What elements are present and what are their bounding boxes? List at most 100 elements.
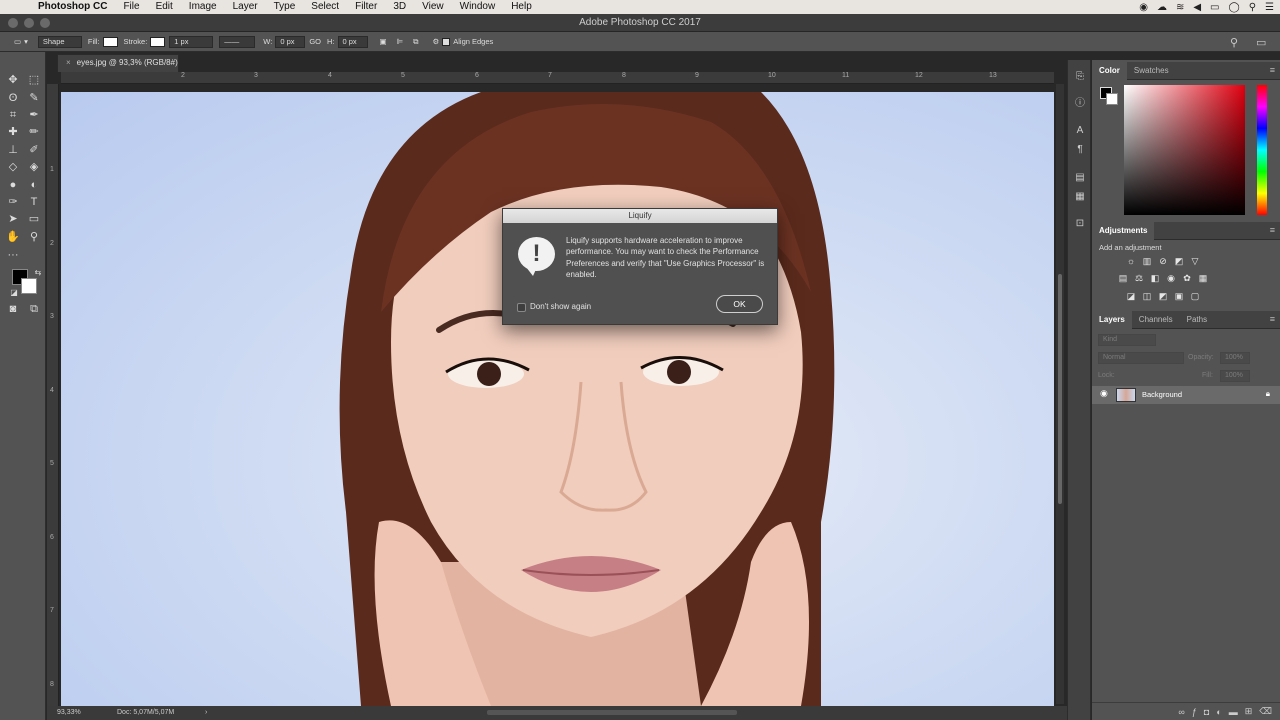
layer-filter-kind[interactable]: Kind <box>1098 334 1156 346</box>
battery-icon[interactable]: ▭ <box>1210 2 1219 13</box>
horizontal-ruler[interactable]: 2 3 4 5 6 7 8 9 10 11 12 13 <box>61 72 1054 84</box>
screen-mode-icon[interactable]: ⧉ <box>26 301 42 317</box>
menu-layer[interactable]: Layer <box>225 0 266 14</box>
vertical-ruler[interactable]: 1 2 3 4 5 6 7 8 <box>47 84 59 706</box>
width-field[interactable]: 0 px <box>275 35 306 48</box>
crop-tool-icon[interactable]: ⌗ <box>5 107 21 123</box>
record-icon[interactable]: ◉ <box>1139 2 1148 13</box>
fill-swatch[interactable] <box>102 36 118 47</box>
clone-stamp-tool-icon[interactable]: ⊥ <box>5 142 21 158</box>
blend-mode-select[interactable]: Normal <box>1098 352 1184 364</box>
properties-icon[interactable]: ▦ <box>1073 190 1087 204</box>
align-edges-checkbox[interactable] <box>442 37 451 46</box>
tab-color[interactable]: Color <box>1092 61 1127 80</box>
hue-slider[interactable] <box>1257 85 1267 215</box>
shape-mode-select[interactable]: Shape <box>37 35 82 48</box>
document-tab[interactable]: × eyes.jpg @ 93,3% (RGB/8#) <box>57 54 179 72</box>
visibility-eye-icon[interactable]: ◉ <box>1100 388 1108 399</box>
zoom-level[interactable]: 93,33% <box>57 706 81 720</box>
new-group-icon[interactable]: ▬ <box>1229 707 1238 717</box>
path-operations-icon[interactable]: ▣ <box>380 37 387 46</box>
path-alignment-icon[interactable]: ⊫ <box>397 37 404 46</box>
photo-filter-icon[interactable]: ◉ <box>1166 273 1176 283</box>
tab-channels[interactable]: Channels <box>1132 311 1180 329</box>
posterize-icon[interactable]: ◫ <box>1142 291 1152 301</box>
device-preview-icon[interactable]: ⊡ <box>1073 217 1087 231</box>
tab-paths[interactable]: Paths <box>1180 311 1214 329</box>
hue-saturation-icon[interactable]: ▤ <box>1118 273 1128 283</box>
libraries-icon[interactable]: ▤ <box>1073 171 1087 185</box>
status-menu-arrow-icon[interactable]: › <box>205 706 207 720</box>
fill-field[interactable]: 100% <box>1220 370 1250 382</box>
layer-style-icon[interactable]: ƒ <box>1192 707 1197 717</box>
new-layer-icon[interactable]: ⊞ <box>1245 706 1253 717</box>
menu-select[interactable]: Select <box>303 0 347 14</box>
add-mask-icon[interactable]: ◘ <box>1204 707 1209 717</box>
menu-image[interactable]: Image <box>181 0 225 14</box>
stroke-swatch[interactable] <box>150 36 166 47</box>
volume-icon[interactable]: ◀ <box>1193 2 1201 13</box>
threshold-icon[interactable]: ◩ <box>1158 291 1168 301</box>
menu-help[interactable]: Help <box>503 0 540 14</box>
dont-show-again-label[interactable]: Don't show again <box>530 302 591 311</box>
tab-swatches[interactable]: Swatches <box>1127 62 1176 80</box>
pen-tool-icon[interactable]: ✑ <box>5 194 21 210</box>
move-tool-icon[interactable]: ✥ <box>5 72 21 88</box>
curves-icon[interactable]: ⊘ <box>1158 256 1168 266</box>
opacity-field[interactable]: 100% <box>1220 352 1250 364</box>
default-colors-icon[interactable]: ◪ <box>6 285 22 301</box>
swap-colors-icon[interactable]: ⇆ <box>30 265 46 281</box>
workspace-icon[interactable]: ▭ <box>1256 36 1266 49</box>
image-canvas[interactable] <box>61 92 1054 706</box>
levels-icon[interactable]: ▥ <box>1142 256 1152 266</box>
healing-brush-tool-icon[interactable]: ✚ <box>5 124 21 140</box>
stroke-width-field[interactable]: 1 px <box>169 35 214 48</box>
black-white-icon[interactable]: ◧ <box>1150 273 1160 283</box>
vibrance-icon[interactable]: ▽ <box>1190 256 1200 266</box>
color-lookup-icon[interactable]: ▦ <box>1198 273 1208 283</box>
marquee-tool-icon[interactable]: ⬚ <box>26 72 42 88</box>
close-tab-icon[interactable]: × <box>66 58 71 67</box>
spotlight-search-icon[interactable]: ⚲ <box>1249 2 1256 13</box>
menu-edit[interactable]: Edit <box>148 0 181 14</box>
dont-show-again-checkbox[interactable] <box>517 303 526 312</box>
menu-window[interactable]: Window <box>452 0 504 14</box>
link-dimensions-icon[interactable]: GO <box>309 37 321 46</box>
hand-tool-icon[interactable]: ✋ <box>5 229 21 245</box>
selective-color-icon[interactable]: ▢ <box>1190 291 1200 301</box>
dodge-tool-icon[interactable]: ◐ <box>26 177 42 193</box>
menu-filter[interactable]: Filter <box>347 0 385 14</box>
blur-tool-icon[interactable]: ● <box>5 177 21 193</box>
creative-cloud-icon[interactable]: ☁ <box>1157 2 1167 13</box>
settings-gear-icon[interactable]: ⚙ <box>433 37 440 46</box>
type-tool-icon[interactable]: T <box>26 194 42 210</box>
menu-file[interactable]: File <box>115 0 147 14</box>
notification-list-icon[interactable]: ☰ <box>1265 2 1274 13</box>
tool-preset-picker[interactable]: ▭ ▾ <box>14 37 28 46</box>
ok-button[interactable]: OK <box>716 295 763 313</box>
wifi-icon[interactable]: ≋ <box>1176 2 1184 13</box>
gradient-map-icon[interactable]: ▣ <box>1174 291 1184 301</box>
tab-layers[interactable]: Layers <box>1092 310 1132 329</box>
path-selection-tool-icon[interactable]: ➤ <box>5 211 21 227</box>
paragraph-icon[interactable]: ¶ <box>1073 143 1087 157</box>
eraser-tool-icon[interactable]: ◇ <box>5 159 21 175</box>
color-picker-field[interactable] <box>1124 85 1245 215</box>
layer-row-background[interactable]: ◉ Background 🔒︎ <box>1092 386 1280 404</box>
menu-app-name[interactable]: Photoshop CC <box>30 0 115 14</box>
exposure-icon[interactable]: ◩ <box>1174 256 1184 266</box>
zoom-tool-icon[interactable]: ⚲ <box>26 229 42 245</box>
check-circle-icon[interactable]: ◯ <box>1229 2 1240 13</box>
brush-tool-icon[interactable]: ✏ <box>26 124 42 140</box>
panel-menu-icon[interactable]: ≡ <box>1270 65 1275 75</box>
panel-background-swatch[interactable] <box>1106 93 1118 105</box>
info-icon[interactable]: ⓘ <box>1073 97 1087 111</box>
eyedropper-tool-icon[interactable]: ✒ <box>26 107 42 123</box>
delete-layer-icon[interactable]: ⌫ <box>1259 706 1272 717</box>
character-icon[interactable]: A <box>1073 124 1087 138</box>
search-icon[interactable]: ⚲ <box>1230 36 1238 49</box>
history-brush-tool-icon[interactable]: ✐ <box>26 142 42 158</box>
color-balance-icon[interactable]: ⚖ <box>1134 273 1144 283</box>
path-arrangement-icon[interactable]: ⧉ <box>413 37 418 47</box>
rectangle-tool-icon[interactable]: ▭ <box>26 211 42 227</box>
